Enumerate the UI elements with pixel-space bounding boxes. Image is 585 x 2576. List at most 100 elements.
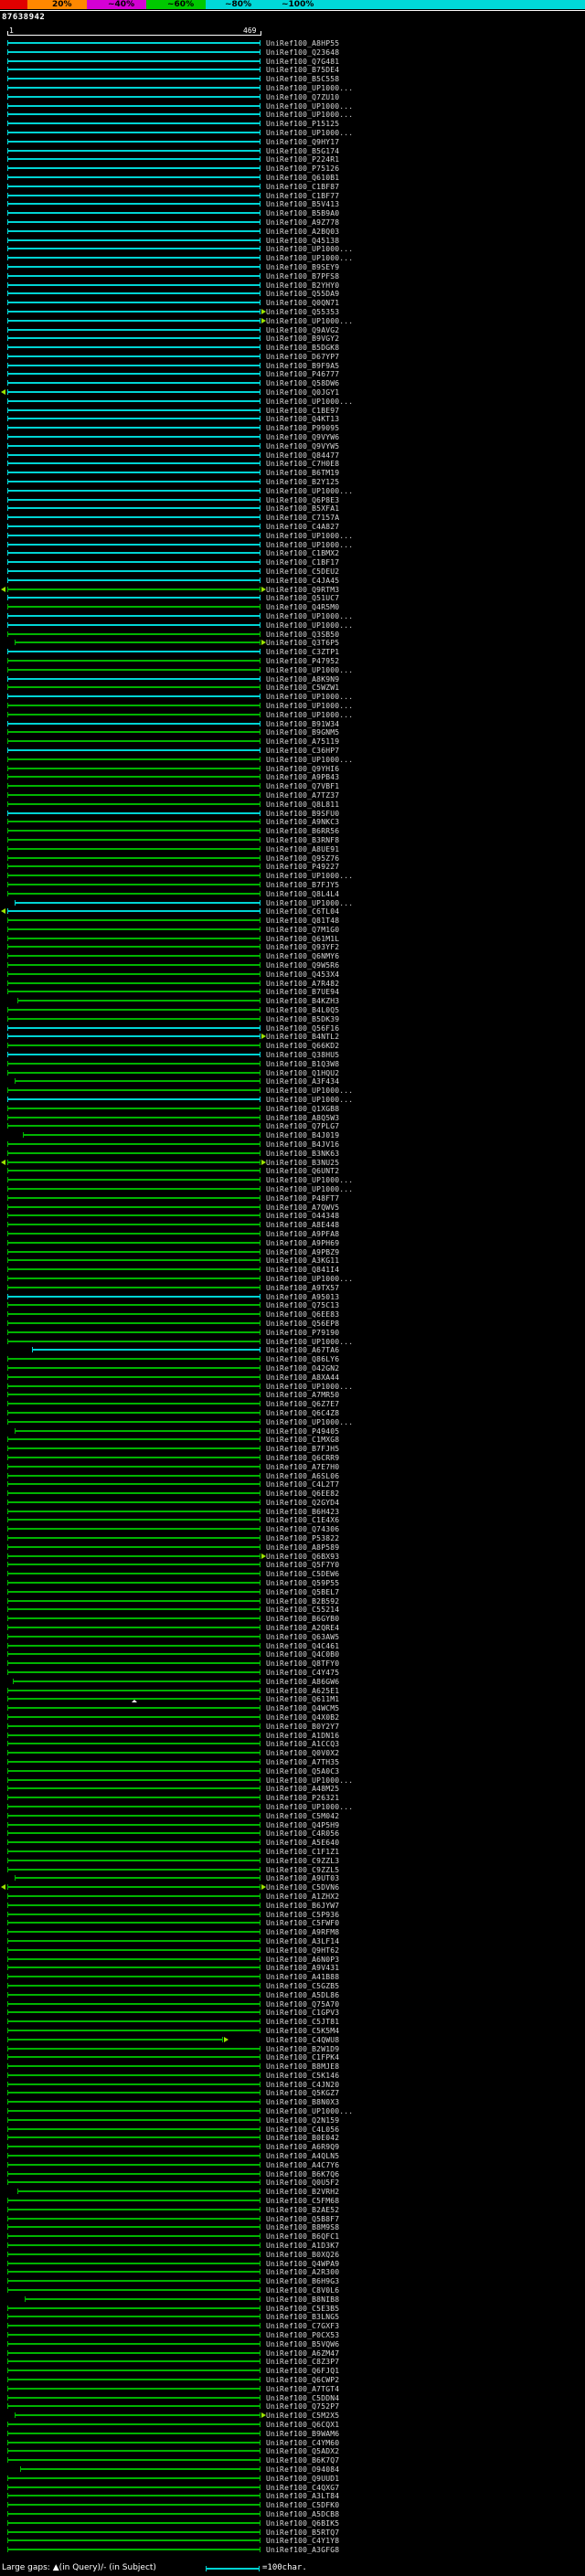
alignment-bar[interactable]: [7, 2307, 261, 2309]
hit-label[interactable]: UniRef100_P53822: [266, 1534, 339, 1542]
alignment-bar[interactable]: [7, 284, 261, 286]
hit-label[interactable]: UniRef100_B6H9G3: [266, 2277, 339, 2285]
hit-label[interactable]: UniRef100_A4C7Y6: [266, 2161, 339, 2169]
hit-label[interactable]: UniRef100_UP1000...: [266, 1803, 353, 1811]
alignment-bar[interactable]: [7, 606, 261, 608]
alignment-bar[interactable]: [7, 1438, 261, 1440]
hit-label[interactable]: UniRef100_B2W1D9: [266, 2045, 339, 2053]
hit-label[interactable]: UniRef100_C6TL04: [266, 907, 339, 916]
alignment-bar[interactable]: [7, 51, 261, 53]
alignment-bar[interactable]: [7, 445, 261, 447]
hit-label[interactable]: UniRef100_C36HP7: [266, 747, 339, 755]
hit-label[interactable]: UniRef100_Q5F7Y0: [266, 1561, 339, 1569]
alignment-bar[interactable]: [7, 928, 261, 930]
alignment-bar[interactable]: [7, 1600, 261, 1602]
alignment-bar[interactable]: [7, 1214, 261, 1216]
hit-label[interactable]: UniRef100_Q84477: [266, 451, 339, 460]
hit-label[interactable]: UniRef100_B8M9S8: [266, 2223, 339, 2231]
alignment-bar[interactable]: [7, 2263, 261, 2264]
hit-label[interactable]: UniRef100_B5XFA1: [266, 504, 339, 513]
hit-label[interactable]: UniRef100_Q7PLG7: [266, 1122, 339, 1130]
hit-label[interactable]: UniRef100_A7TZ37: [266, 791, 339, 800]
hit-label[interactable]: UniRef100_Q75C13: [266, 1301, 339, 1309]
alignment-bar[interactable]: [7, 2549, 261, 2550]
alignment-bar[interactable]: [7, 875, 261, 876]
alignment-bar[interactable]: [7, 2271, 261, 2273]
alignment-bar[interactable]: [7, 1617, 261, 1619]
alignment-bar[interactable]: [7, 1072, 261, 1074]
alignment-bar[interactable]: [7, 848, 261, 850]
hit-label[interactable]: UniRef100_Q5ADX2: [266, 2447, 339, 2455]
alignment-bar[interactable]: [7, 499, 261, 501]
alignment-bar[interactable]: [7, 1636, 261, 1638]
alignment-bar[interactable]: [7, 1653, 261, 1655]
alignment-bar[interactable]: [7, 1797, 261, 1798]
alignment-bar[interactable]: [7, 1716, 261, 1718]
hit-label[interactable]: UniRef100_UP1000...: [266, 254, 353, 262]
hit-label[interactable]: UniRef100_C4QWU8: [266, 2036, 339, 2044]
hit-label[interactable]: UniRef100_Q453X4: [266, 970, 339, 979]
hit-label[interactable]: UniRef100_Q4X0B2: [266, 1713, 339, 1722]
alignment-bar[interactable]: [7, 1869, 261, 1871]
alignment-bar[interactable]: [7, 248, 261, 249]
hit-label[interactable]: UniRef100_B7FJY5: [266, 881, 339, 889]
hit-label[interactable]: UniRef100_UP1000...: [266, 102, 353, 111]
hit-label[interactable]: UniRef100_C4L2T7: [266, 1480, 339, 1489]
alignment-bar[interactable]: [7, 257, 261, 259]
hit-label[interactable]: UniRef100_UP1000...: [266, 398, 353, 406]
alignment-bar[interactable]: [7, 1331, 261, 1333]
hit-label[interactable]: UniRef100_B2AE52: [266, 2206, 339, 2214]
hit-label[interactable]: UniRef100_A9PBZ9: [266, 1248, 339, 1256]
alignment-bar[interactable]: [7, 427, 261, 429]
alignment-bar[interactable]: [7, 1277, 261, 1279]
alignment-bar[interactable]: [7, 1018, 261, 1020]
alignment-bar[interactable]: [7, 302, 261, 303]
alignment-bar[interactable]: [7, 2065, 261, 2067]
alignment-bar[interactable]: [7, 686, 261, 688]
alignment-bar[interactable]: [7, 176, 261, 178]
hit-label[interactable]: UniRef100_O94084: [266, 2465, 339, 2474]
hit-label[interactable]: UniRef100_Q9W5R6: [266, 961, 339, 970]
hit-label[interactable]: UniRef100_Q6UNT2: [266, 1167, 339, 1175]
hit-label[interactable]: UniRef100_UP1000...: [266, 129, 353, 137]
alignment-bar[interactable]: [7, 2495, 261, 2496]
alignment-bar[interactable]: [7, 2110, 261, 2112]
hit-label[interactable]: UniRef100_P48FT7: [266, 1194, 339, 1203]
alignment-bar[interactable]: [7, 1466, 261, 1468]
alignment-bar[interactable]: [7, 418, 261, 419]
hit-label[interactable]: UniRef100_Q56F16: [266, 1024, 339, 1033]
hit-label[interactable]: UniRef100_A2QRE4: [266, 1624, 339, 1632]
alignment-bar[interactable]: [7, 821, 261, 822]
hit-label[interactable]: UniRef100_C4JA45: [266, 577, 339, 585]
alignment-bar[interactable]: [7, 570, 261, 572]
hit-label[interactable]: UniRef100_C1GPV3: [266, 2009, 339, 2017]
hit-label[interactable]: UniRef100_A41B88: [266, 1973, 339, 1981]
hit-label[interactable]: UniRef100_Q3SB50: [266, 631, 339, 639]
alignment-bar[interactable]: [7, 1313, 261, 1315]
alignment-bar[interactable]: [15, 2414, 261, 2416]
hit-label[interactable]: UniRef100_P47952: [266, 657, 339, 665]
alignment-bar[interactable]: [7, 462, 261, 464]
alignment-bar[interactable]: [7, 2325, 261, 2327]
alignment-bar[interactable]: [7, 1922, 261, 1924]
hit-label[interactable]: UniRef100_A8P589: [266, 1543, 339, 1552]
alignment-bar[interactable]: [7, 1251, 261, 1253]
alignment-bar[interactable]: [7, 355, 261, 357]
hit-label[interactable]: UniRef100_C4Y1Y8: [266, 2537, 339, 2545]
hit-label[interactable]: UniRef100_A6R9Q9: [266, 2143, 339, 2151]
hit-label[interactable]: UniRef100_Q9HY17: [266, 138, 339, 146]
hit-label[interactable]: UniRef100_B1Q3W8: [266, 1060, 339, 1068]
alignment-bar[interactable]: [7, 1779, 261, 1781]
hit-label[interactable]: UniRef100_C5M042: [266, 1812, 339, 1820]
alignment-bar[interactable]: [7, 1886, 261, 1888]
alignment-bar[interactable]: [7, 203, 261, 205]
hit-label[interactable]: UniRef100_C1MXG8: [266, 1436, 339, 1444]
alignment-bar[interactable]: [7, 2030, 261, 2031]
alignment-bar[interactable]: [7, 1035, 261, 1037]
alignment-bar[interactable]: [7, 2539, 261, 2541]
hit-label[interactable]: UniRef100_Q23648: [266, 48, 339, 57]
hit-label[interactable]: UniRef100_UP1000...: [266, 711, 353, 719]
hit-label[interactable]: UniRef100_A3LT84: [266, 2492, 339, 2500]
alignment-bar[interactable]: [7, 87, 261, 89]
alignment-bar[interactable]: [17, 1000, 261, 1002]
